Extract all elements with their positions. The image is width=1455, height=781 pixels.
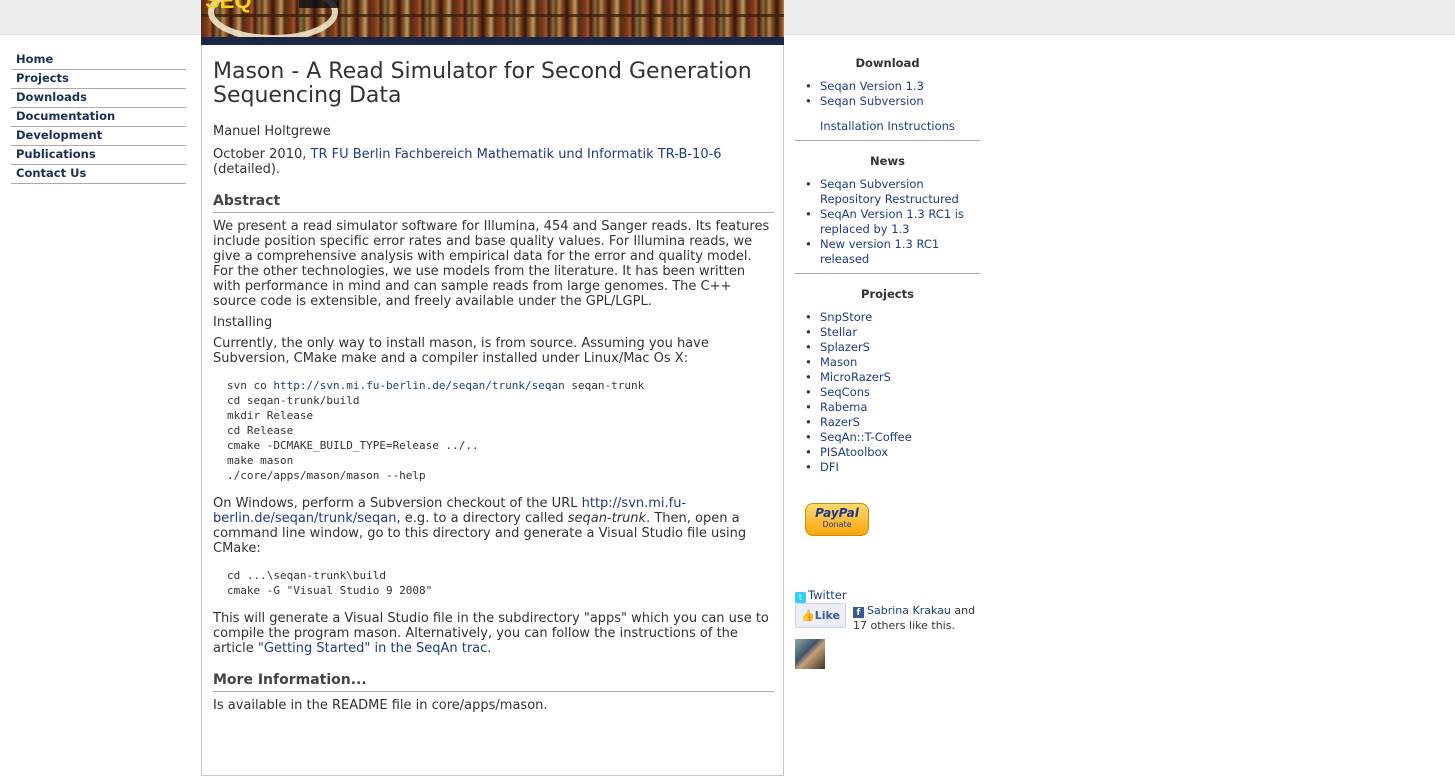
paypal-logo: PayPal (815, 506, 859, 520)
download-list: Seqan Version 1.3 Seqan Subversion (795, 79, 980, 109)
twitter-link[interactable]: Twitter (808, 588, 847, 602)
list-item: SeqAn Version 1.3 RC1 is replaced by 1.3 (805, 207, 980, 237)
list-item: Seqan Subversion (805, 94, 980, 109)
project-link[interactable]: PISAtoolbox (820, 445, 888, 459)
project-link[interactable]: SplazerS (820, 340, 870, 354)
code-block-unix: svn co http://svn.mi.fu-berlin.de/seqan/… (213, 378, 774, 483)
code-line: cmake -DCMAKE_BUILD_TYPE=Release ../.. (227, 439, 479, 452)
code-line: cd Release (227, 424, 294, 437)
paypal-donate-button[interactable]: PayPal Donate (805, 503, 869, 536)
nav-documentation[interactable]: Documentation (11, 108, 186, 127)
project-link[interactable]: MicroRazerS (820, 370, 891, 384)
tech-report-link[interactable]: TR FU Berlin Fachbereich Mathematik und … (311, 147, 722, 162)
citation-date: October 2010, (213, 147, 311, 162)
nav-home[interactable]: Home (11, 51, 186, 70)
facebook-like-text: f Sabrina Krakau and 17 others like this. (853, 604, 976, 632)
fb-others-text: 17 others like this. (853, 619, 955, 632)
list-item: SnpStore (805, 310, 980, 325)
code-line: ./core/apps/mason/mason --help (227, 469, 426, 482)
right-sidebar: Download Seqan Version 1.3 Seqan Subvers… (795, 56, 980, 475)
more-info-text: Is available in the README file in core/… (213, 698, 548, 713)
seqan-logo[interactable]: SEQ (203, 0, 353, 40)
code-line: cmake -G "Visual Studio 9 2008" (227, 584, 433, 597)
project-link[interactable]: SnpStore (820, 310, 872, 324)
like-label: Like (814, 609, 840, 622)
citation: October 2010, TR FU Berlin Fachbereich M… (213, 147, 774, 177)
thumbs-up-icon: 👍 (801, 609, 815, 622)
list-item: Stellar (805, 325, 980, 340)
list-item: PISAtoolbox (805, 445, 980, 460)
download-seqan-subversion[interactable]: Seqan Subversion (820, 94, 924, 108)
nav-contact-us[interactable]: Contact Us (11, 165, 186, 184)
paypal-donate-label: Donate (822, 520, 852, 529)
list-item: DFI (805, 460, 980, 475)
facebook-like-button[interactable]: 👍Like (795, 603, 846, 628)
windows-instructions: On Windows, perform a Subversion checkou… (213, 496, 747, 556)
left-navigation: Home Projects Downloads Documentation De… (11, 51, 186, 184)
visual-studio-instructions: This will generate a Visual Studio file … (213, 611, 769, 656)
list-item: New version 1.3 RC1 released (805, 237, 980, 267)
install-intro: Currently, the only way to install mason… (213, 336, 709, 366)
news-heading: News (870, 154, 905, 168)
news-item[interactable]: New version 1.3 RC1 released (820, 237, 939, 266)
avatar[interactable] (795, 639, 825, 669)
divider (795, 140, 980, 141)
project-link[interactable]: RazerS (820, 415, 860, 429)
news-item[interactable]: SeqAn Version 1.3 RC1 is replaced by 1.3 (820, 207, 964, 236)
code-line: cd seqan-trunk/build (227, 394, 360, 407)
nav-projects[interactable]: Projects (11, 70, 186, 89)
project-link[interactable]: SeqCons (820, 385, 870, 399)
more-info-heading: More Information... (213, 672, 774, 692)
code-line: cd ...\seqan-trunk\build (227, 569, 386, 582)
twitter-link-wrap: t Twitter (795, 588, 847, 603)
code-line: mkdir Release (227, 409, 314, 422)
code-line: svn co http://svn.mi.fu-berlin.de/seqan/… (227, 379, 645, 392)
abstract-heading: Abstract (213, 193, 774, 213)
code-block-windows: cd ...\seqan-trunk\build cmake -G "Visual… (213, 568, 774, 598)
facebook-icon: f (853, 607, 864, 618)
list-item: SeqCons (805, 385, 980, 400)
seqan-trunk-dir: seqan-trunk (567, 511, 647, 526)
abstract-text: We present a read simulator software for… (213, 219, 770, 309)
project-link[interactable]: Rabema (820, 400, 867, 414)
code-line: make mason (227, 454, 294, 467)
page-title: Mason - A Read Simulator for Second Gene… (213, 59, 752, 108)
twitter-icon: t (795, 592, 806, 603)
project-link[interactable]: Mason (820, 355, 857, 369)
nav-publications[interactable]: Publications (11, 146, 186, 165)
getting-started-link[interactable]: "Getting Started" in the SeqAn trac (258, 641, 487, 656)
list-item: Rabema (805, 400, 980, 415)
list-item: RazerS (805, 415, 980, 430)
project-link[interactable]: Stellar (820, 325, 857, 339)
main-content: Mason - A Read Simulator for Second Gene… (201, 45, 784, 776)
citation-suffix: (detailed). (213, 162, 281, 177)
author: Manuel Holtgrewe (213, 124, 331, 139)
project-link[interactable]: SeqAn::T-Coffee (820, 430, 912, 444)
projects-heading: Projects (861, 287, 914, 301)
download-seqan-1-3[interactable]: Seqan Version 1.3 (820, 79, 924, 93)
list-item: Seqan Subversion Repository Restructured (805, 177, 980, 207)
installing-label: Installing (213, 315, 273, 330)
list-item: SplazerS (805, 340, 980, 355)
list-item: Mason (805, 355, 980, 370)
project-link[interactable]: DFI (820, 460, 839, 474)
site-banner[interactable]: SEQ (201, 0, 784, 45)
installation-instructions-link[interactable]: Installation Instructions (820, 119, 955, 133)
projects-list: SnpStore Stellar SplazerS Mason MicroRaz… (795, 310, 980, 475)
logo-text: SEQ (205, 0, 251, 13)
svn-url-link[interactable]: http://svn.mi.fu-berlin.de/seqan/trunk/s… (273, 379, 564, 392)
list-item: Seqan Version 1.3 (805, 79, 980, 94)
list-item: MicroRazerS (805, 370, 980, 385)
news-list: Seqan Subversion Repository Restructured… (795, 177, 980, 267)
divider (795, 273, 980, 274)
nav-development[interactable]: Development (11, 127, 186, 146)
nav-downloads[interactable]: Downloads (11, 89, 186, 108)
download-heading: Download (855, 56, 920, 70)
list-item: SeqAn::T-Coffee (805, 430, 980, 445)
news-item[interactable]: Seqan Subversion Repository Restructured (820, 177, 959, 206)
fb-user-link[interactable]: Sabrina Krakau (867, 604, 951, 617)
